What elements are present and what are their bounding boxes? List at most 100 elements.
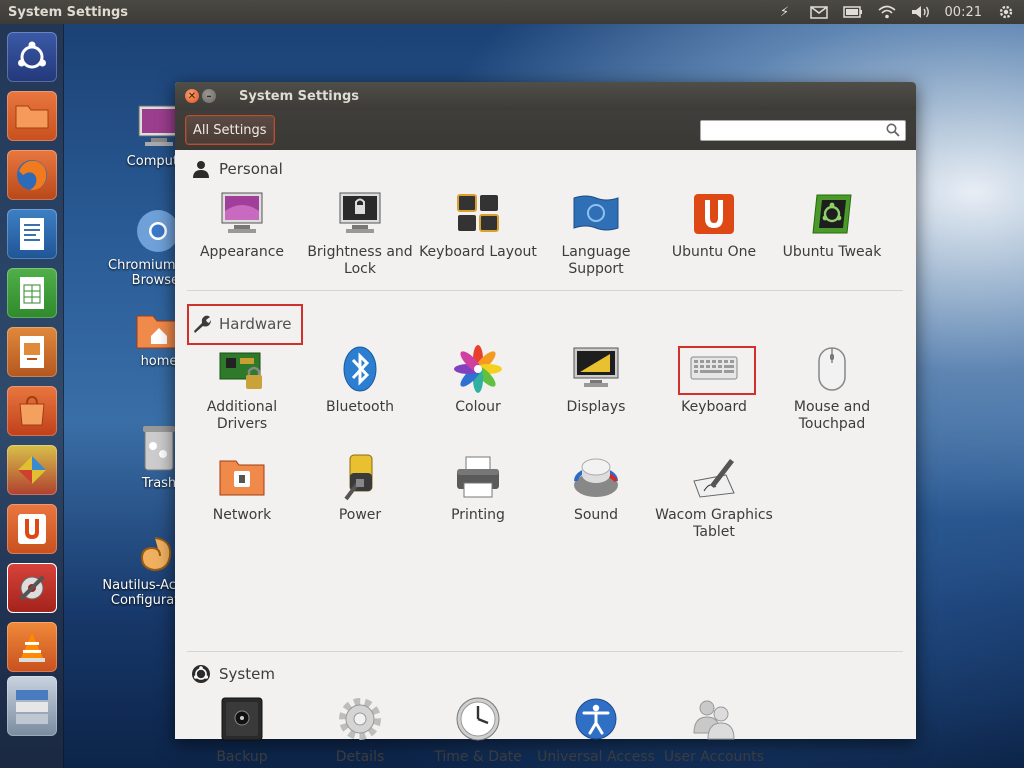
launcher-system-settings[interactable] [7, 563, 57, 613]
close-icon: ✕ [187, 90, 197, 102]
launcher-software-center[interactable] [7, 386, 57, 436]
language-flag-icon [572, 190, 620, 238]
settings-item-bluetooth[interactable]: Bluetooth [301, 345, 419, 416]
settings-item-universal-access[interactable]: Universal Access [537, 695, 655, 766]
vlc-cone-icon [19, 633, 45, 662]
settings-item-label: Keyboard Layout [419, 244, 537, 260]
settings-item-label: Wacom Graphics Tablet [655, 507, 773, 540]
settings-item-time-date[interactable]: Time & Date [419, 695, 537, 766]
settings-item-label: Ubuntu Tweak [782, 244, 882, 260]
dash-home-button[interactable] [7, 32, 57, 82]
settings-item-label: Power [338, 507, 382, 523]
writer-document-icon [20, 218, 44, 250]
sound-dial-icon [572, 453, 620, 501]
launcher-ubuntu-one[interactable] [7, 504, 57, 554]
shopping-bag-icon [19, 395, 45, 426]
settings-item-sound[interactable]: Sound [537, 453, 655, 524]
settings-item-label: Appearance [199, 244, 285, 260]
all-settings-button[interactable]: All Settings [186, 116, 274, 144]
settings-wrench-icon [19, 575, 45, 601]
session-gear-icon[interactable] [996, 4, 1016, 20]
settings-item-additional-drivers[interactable]: Additional Drivers [183, 345, 301, 433]
settings-item-label: Printing [451, 507, 505, 523]
impress-presentation-icon [20, 336, 44, 368]
settings-item-power[interactable]: Power [301, 453, 419, 524]
wrench-icon [191, 314, 211, 334]
nautilus-shell-icon [134, 534, 176, 574]
settings-item-label: Ubuntu One [671, 244, 757, 260]
mail-icon[interactable] [809, 4, 829, 20]
settings-item-label: Additional Drivers [206, 399, 278, 432]
settings-item-displays[interactable]: Displays [537, 345, 655, 416]
universal-access-icon [572, 695, 620, 743]
launcher [0, 24, 64, 768]
close-button[interactable]: ✕ [185, 89, 199, 103]
section-personal-header: Personal [191, 159, 283, 179]
settings-item-backup[interactable]: Backup [183, 695, 301, 766]
section-hardware-title: Hardware [219, 315, 292, 333]
launcher-impress[interactable] [7, 327, 57, 377]
battery-icon[interactable] [842, 4, 863, 20]
displays-monitor-icon [572, 345, 620, 393]
section-personal-title: Personal [219, 160, 283, 178]
top-panel: System Settings ⚡ 00:21 [0, 0, 1024, 24]
settings-item-label: Sound [573, 507, 619, 523]
search-icon[interactable] [886, 123, 900, 137]
settings-item-label: Backup [216, 749, 268, 765]
launcher-firefox[interactable] [7, 150, 57, 200]
mouse-icon [808, 345, 856, 393]
settings-item-details[interactable]: Details [301, 695, 419, 766]
trash-can-icon [139, 424, 179, 472]
minimize-button[interactable]: – [202, 89, 216, 103]
section-system-header: System [191, 664, 275, 684]
settings-item-ubuntu-one[interactable]: Ubuntu One [655, 190, 773, 261]
settings-item-user-accounts[interactable]: User Accounts [655, 695, 773, 766]
settings-item-colour[interactable]: Colour [419, 345, 537, 416]
settings-item-label: Bluetooth [326, 399, 394, 415]
settings-item-printing[interactable]: Printing [419, 453, 537, 524]
settings-item-appearance[interactable]: Appearance [183, 190, 301, 261]
settings-item-brightness-lock[interactable]: Brightness and Lock [301, 190, 419, 278]
folder-icon [15, 105, 49, 129]
printer-icon [454, 453, 502, 501]
launcher-writer[interactable] [7, 209, 57, 259]
settings-item-language-support[interactable]: Language Support [537, 190, 655, 278]
active-app-title: System Settings [8, 4, 129, 20]
clock-icon [454, 695, 502, 743]
settings-item-label: Time & Date [434, 749, 522, 765]
search-input[interactable] [701, 121, 886, 139]
settings-item-label: Details [335, 749, 385, 765]
ubuntu-logo-icon [191, 664, 211, 684]
window-titlebar[interactable]: ✕ – System Settings [175, 82, 916, 110]
appearance-icon [218, 190, 266, 238]
volume-icon[interactable] [911, 4, 931, 20]
search-box [700, 119, 906, 141]
launcher-files[interactable] [7, 91, 57, 141]
firefox-icon [17, 160, 47, 191]
wifi-icon[interactable] [877, 4, 897, 20]
details-gear-icon [336, 695, 384, 743]
minimize-icon: – [206, 90, 212, 102]
launcher-app-colorful[interactable] [7, 445, 57, 495]
settings-item-label: Mouse and Touchpad [793, 399, 871, 432]
power-bolt-icon[interactable]: ⚡ [775, 4, 795, 20]
launcher-workspace-stack[interactable] [7, 676, 57, 736]
colour-flower-icon [454, 345, 502, 393]
section-divider [187, 651, 903, 652]
window-toolbar: All Settings [175, 110, 916, 150]
settings-item-ubuntu-tweak[interactable]: Ubuntu Tweak [773, 190, 891, 261]
launcher-vlc[interactable] [7, 622, 57, 672]
ubuntu-tweak-icon [808, 190, 856, 238]
launcher-calc[interactable] [7, 268, 57, 318]
power-battery-plug-icon [336, 453, 384, 501]
clock[interactable]: 00:21 [945, 5, 982, 20]
settings-item-label: Brightness and Lock [307, 244, 413, 277]
indicator-area: ⚡ 00:21 [775, 4, 1016, 20]
settings-item-wacom-tablet[interactable]: Wacom Graphics Tablet [655, 453, 773, 541]
brightness-lock-icon [336, 190, 384, 238]
keyboard-layout-icon [454, 190, 502, 238]
system-settings-window: ✕ – System Settings All Settings Persona… [175, 82, 916, 765]
settings-item-keyboard-layout[interactable]: Keyboard Layout [419, 190, 537, 261]
settings-item-network[interactable]: Network [183, 453, 301, 524]
settings-item-mouse-touchpad[interactable]: Mouse and Touchpad [773, 345, 891, 433]
